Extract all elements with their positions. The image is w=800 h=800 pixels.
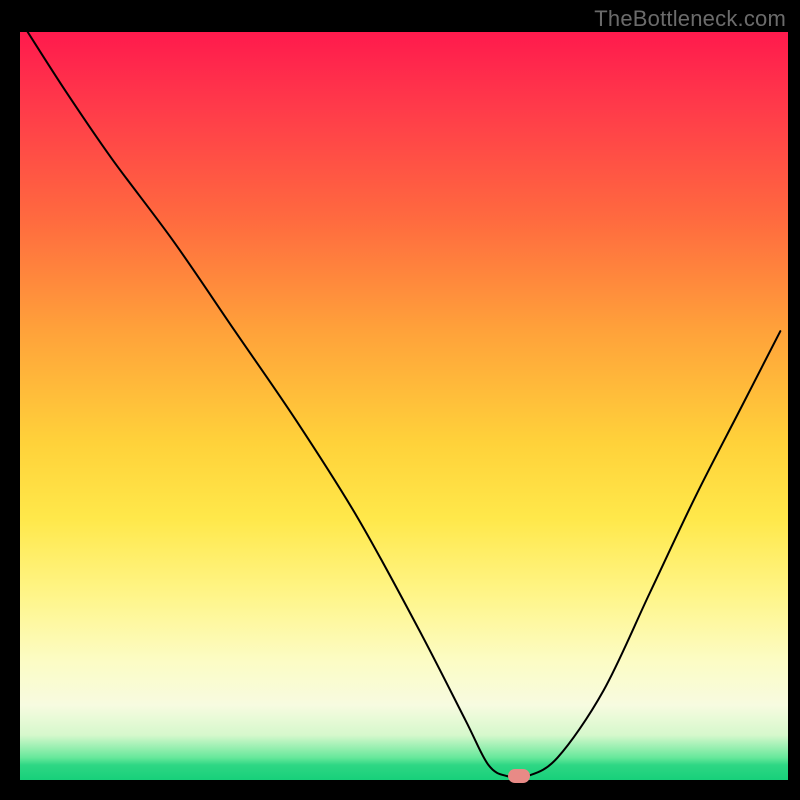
optimal-marker xyxy=(508,769,530,783)
plot-area xyxy=(20,32,788,780)
chart-frame: TheBottleneck.com xyxy=(0,0,800,800)
curve-overlay xyxy=(20,32,788,780)
attribution-label: TheBottleneck.com xyxy=(594,6,786,32)
bottleneck-curve xyxy=(28,32,781,778)
